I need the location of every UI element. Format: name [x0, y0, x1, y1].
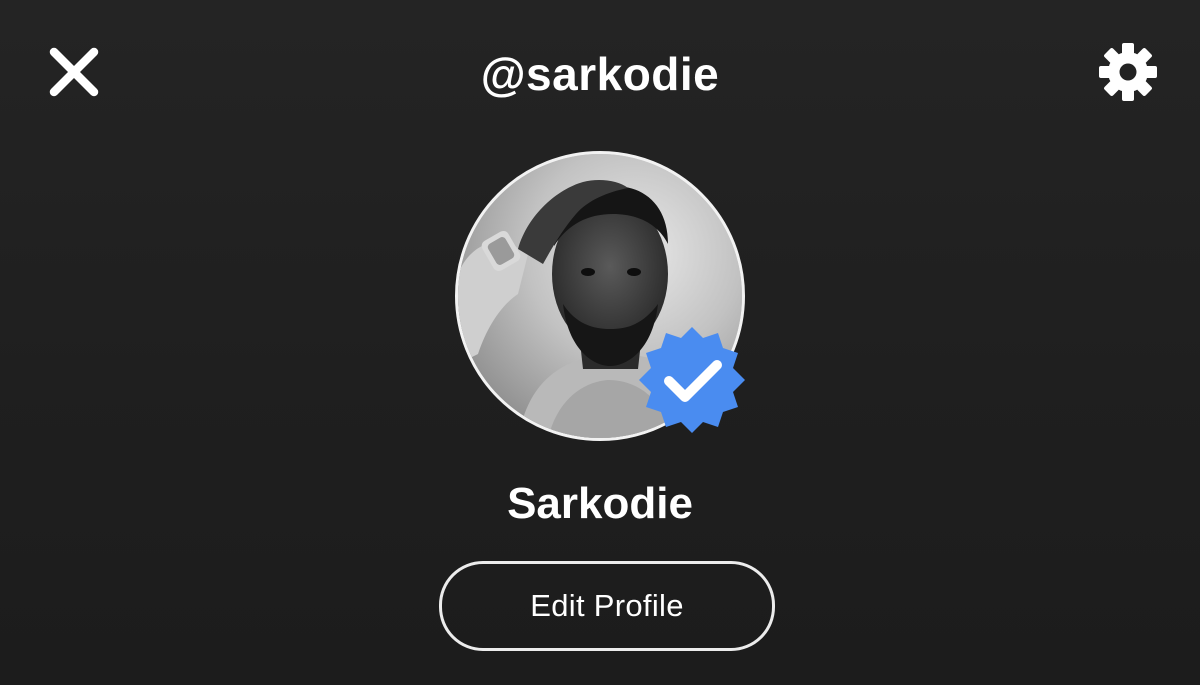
gear-icon — [1099, 43, 1157, 101]
avatar-container — [455, 151, 745, 441]
page-title-username: @sarkodie — [480, 48, 720, 100]
settings-button[interactable] — [1092, 36, 1164, 108]
profile-display-name: Sarkodie — [507, 479, 693, 528]
edit-profile-button[interactable]: Edit Profile — [439, 561, 775, 651]
verified-badge-icon — [639, 327, 745, 433]
profile-header: @sarkodie — [0, 0, 1200, 150]
